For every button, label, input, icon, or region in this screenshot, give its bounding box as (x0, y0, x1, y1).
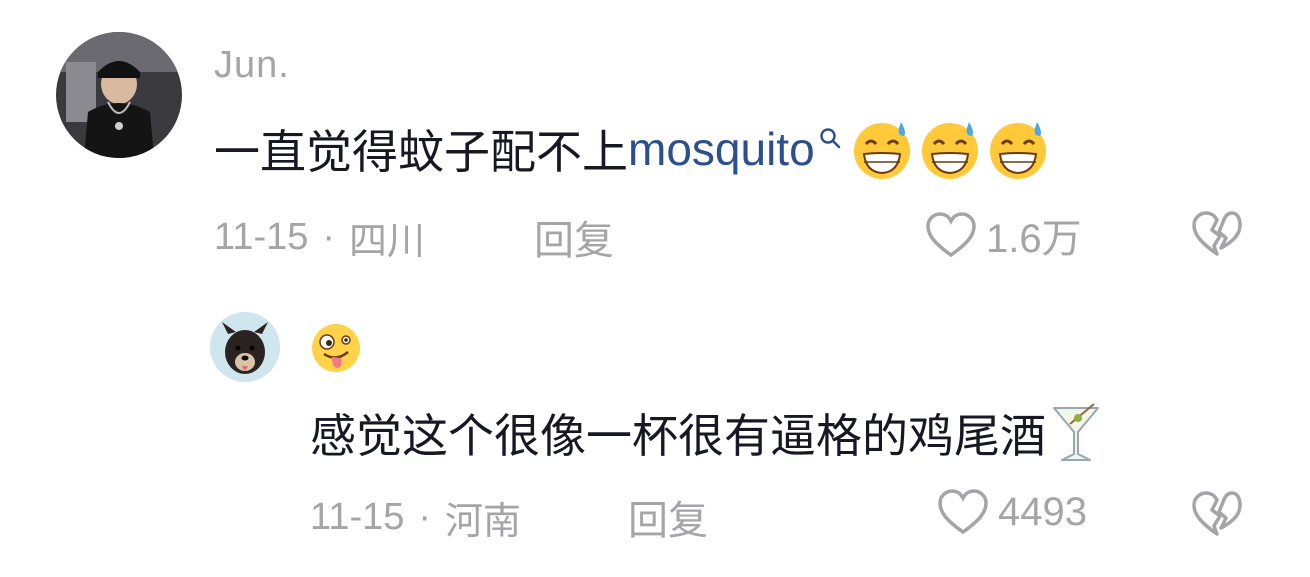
avatar[interactable] (210, 312, 280, 382)
like-button[interactable]: 4493 (936, 488, 1087, 536)
reply-button[interactable]: 回复 (628, 488, 708, 546)
search-icon[interactable] (819, 127, 841, 149)
comment-date: 11-15 (310, 496, 405, 538)
comment-location: 四川 (349, 221, 426, 263)
zany-face-emoji[interactable] (310, 322, 362, 374)
broken-heart-icon[interactable] (1190, 490, 1244, 538)
meta-separator: · (322, 216, 336, 258)
comment-text: 感觉这个很像一杯很有逼格的鸡尾酒 (310, 400, 1104, 466)
reply-button[interactable]: 回复 (534, 208, 614, 266)
avatar[interactable] (56, 32, 182, 158)
sweat-grin-emoji (985, 116, 1051, 182)
broken-heart-icon[interactable] (1190, 210, 1244, 258)
like-count: 1.6万 (986, 217, 1082, 261)
like-button[interactable]: 1.6万 (924, 206, 1082, 264)
search-link[interactable]: mosquito (628, 122, 815, 176)
comment-location: 河南 (445, 501, 522, 543)
comment-text-body: 一直觉得蚊子配不上 (214, 125, 628, 179)
meta-separator: · (418, 496, 432, 538)
cocktail-emoji (1048, 400, 1104, 466)
comment-meta: 11-15 · 四川 (214, 210, 425, 265)
sweat-grin-emoji (849, 116, 915, 182)
heart-outline-icon (926, 212, 976, 258)
username[interactable]: Jun. (214, 44, 290, 87)
comment-text-body: 感觉这个很像一杯很有逼格的鸡尾酒 (310, 409, 1046, 463)
like-count: 4493 (998, 489, 1087, 534)
comment-date: 11-15 (214, 216, 309, 258)
comment-meta: 11-15 · 河南 (310, 490, 521, 545)
heart-outline-icon (938, 489, 988, 535)
comment-text: 一直觉得蚊子配不上 mosquito (214, 116, 1051, 182)
sweat-grin-emoji (917, 116, 983, 182)
